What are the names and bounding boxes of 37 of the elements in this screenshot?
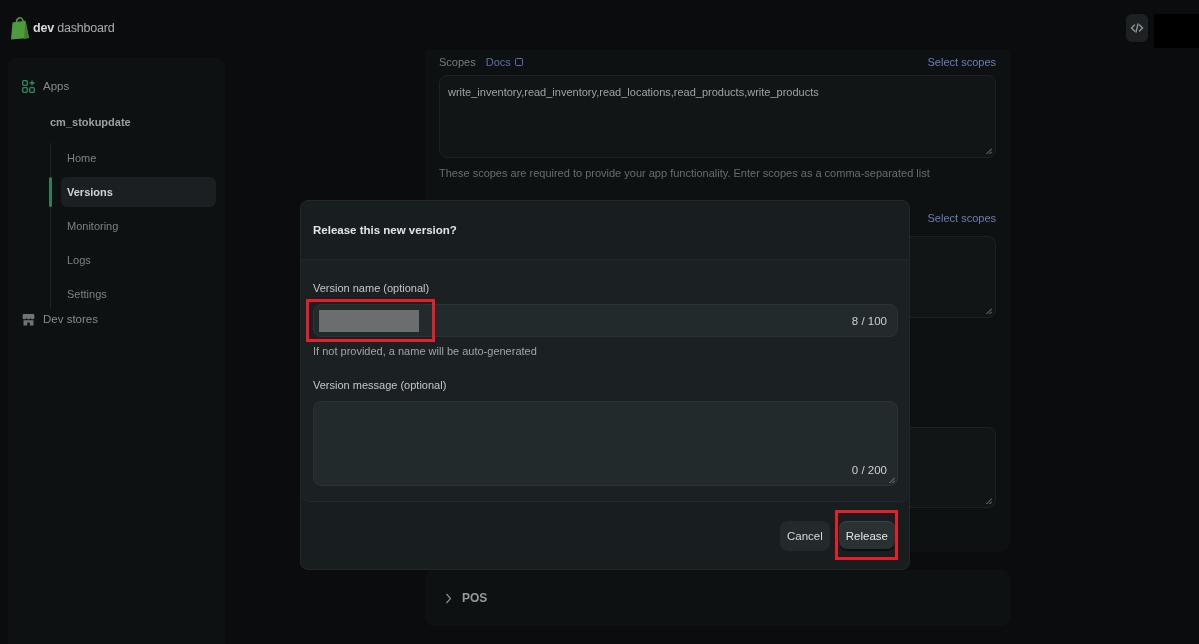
nav-item[interactable]: Home xyxy=(61,143,216,173)
panel-title: POS xyxy=(462,591,488,605)
code-icon xyxy=(1130,21,1144,35)
help-text: If not provided, a name will be auto-generated xyxy=(313,344,538,358)
character-counter: 8 / 100 xyxy=(851,314,887,327)
shopping-bag-icon xyxy=(10,16,30,40)
cancel-button[interactable]: Cancel xyxy=(780,521,830,551)
pos-panel[interactable]: POS xyxy=(425,570,1010,626)
scopes-field[interactable]: write_inventory,read_inventory,read_locations,read_products,write_products xyxy=(439,75,996,158)
resize-grip-icon xyxy=(986,498,992,504)
sidebar-item[interactable]: Apps xyxy=(43,80,70,92)
text-field[interactable] xyxy=(910,427,996,508)
field-label: Version name (optional) xyxy=(313,281,431,296)
docs-link[interactable]: Docs xyxy=(485,56,523,68)
external-link-icon xyxy=(514,58,523,66)
code-view-button[interactable] xyxy=(1126,14,1148,42)
field-label: Scopes xyxy=(439,56,476,68)
select-scopes-link[interactable]: Select scopes xyxy=(927,212,996,224)
version-message-field[interactable]: 0 / 200 xyxy=(313,401,898,486)
dialog-title: Release this new version? xyxy=(313,224,457,236)
scopes-field[interactable] xyxy=(910,236,996,318)
nav-item[interactable]: Logs xyxy=(61,245,216,275)
sidebar-item[interactable]: Dev stores xyxy=(43,313,98,325)
resize-grip-icon xyxy=(889,477,895,483)
app-brand: dev dashboard xyxy=(33,20,115,36)
nav-item[interactable]: Versions xyxy=(61,177,216,207)
app-name[interactable]: cm_stokupdate xyxy=(50,113,131,131)
release-button[interactable]: Release xyxy=(838,521,895,551)
field-label: Version message (optional) xyxy=(313,378,448,393)
nav-item[interactable]: Monitoring xyxy=(61,211,216,241)
character-counter: 0 / 200 xyxy=(851,464,887,476)
resize-grip-icon xyxy=(986,308,992,314)
help-text: These scopes are required to provide your app functionality. Enter scopes as a comma-separated list xyxy=(439,166,931,180)
select-scopes-link[interactable]: Select scopes xyxy=(927,56,996,68)
version-name-field[interactable]: 8 / 100 xyxy=(313,304,898,337)
nav-item[interactable]: Settings xyxy=(61,279,216,309)
resize-grip-icon xyxy=(986,148,992,154)
